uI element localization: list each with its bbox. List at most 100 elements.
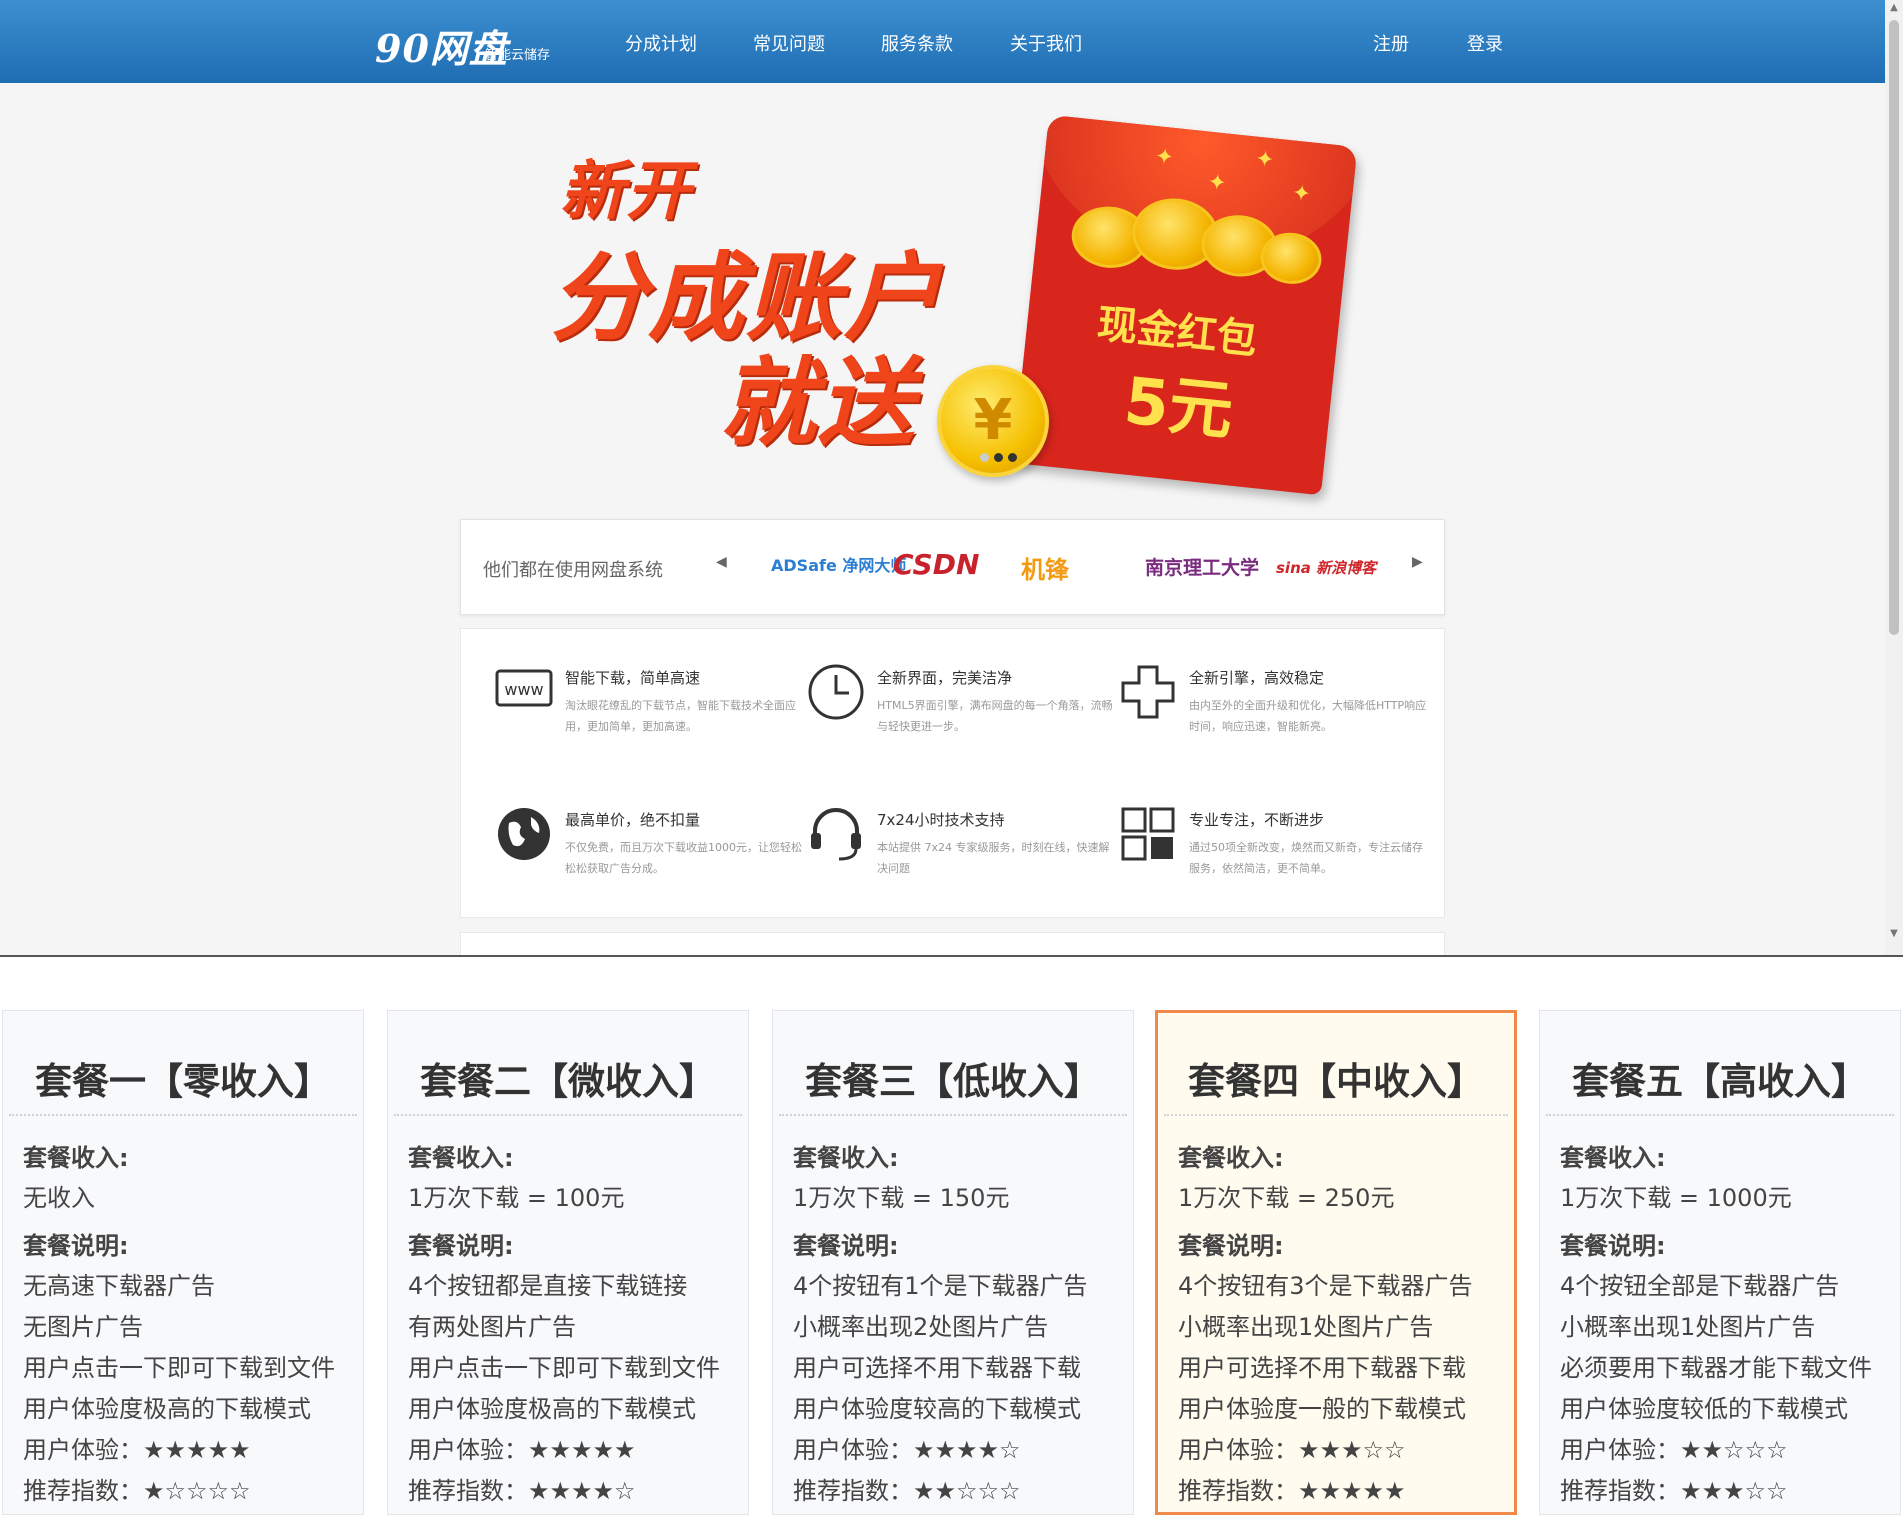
plan-income-label: 套餐收入: <box>23 1144 129 1172</box>
plan-experience-rating: 用户体验：★★★★★ <box>23 1436 251 1464</box>
nav-link-faq[interactable]: 常见问题 <box>753 30 825 56</box>
plan-income-label: 套餐收入: <box>408 1144 514 1172</box>
globe-icon <box>498 808 550 860</box>
partners-prev-arrow-icon[interactable]: ◀ <box>716 554 727 570</box>
promo-banner[interactable]: 新开 分成账户 就送 ✦ ✦ ✦ ✦ 现金红包 5元 ¥ <box>520 110 1380 496</box>
puzzle-icon <box>1121 665 1175 719</box>
plan-desc-label: 套餐说明: <box>23 1232 129 1260</box>
login-link[interactable]: 登录 <box>1467 30 1503 56</box>
plan-title: 套餐一【零收入】 <box>35 1060 331 1103</box>
plan-desc-item: 用户可选择不用下载器下载 <box>1178 1354 1466 1382</box>
plan-desc-item: 用户体验度极高的下载模式 <box>23 1395 311 1423</box>
plan-divider <box>394 1114 742 1116</box>
star-icon: ✦ <box>1254 146 1276 174</box>
red-envelope: ✦ ✦ ✦ ✦ 现金红包 5元 <box>1012 114 1358 496</box>
partners-title: 他们都在使用网盘系统 <box>483 560 663 581</box>
plan-recommend-rating: 推荐指数：★★★★☆ <box>408 1477 636 1505</box>
envelope-amount: 5元 <box>1120 364 1237 450</box>
plan-income: 无收入 <box>23 1184 95 1212</box>
plan-desc-item: 用户点击一下即可下载到文件 <box>408 1354 720 1382</box>
register-link[interactable]: 注册 <box>1373 30 1409 56</box>
plan-divider <box>779 1114 1127 1116</box>
plan-title: 套餐四【中收入】 <box>1188 1060 1484 1103</box>
carousel-dot[interactable] <box>1008 453 1017 462</box>
plan-card-3[interactable]: 套餐三【低收入】 套餐收入: 1万次下载 = 150元 套餐说明: 4个按钮有1… <box>772 1010 1134 1515</box>
feature-desc: HTML5界面引擎，满布网盘的每一个角落，流畅与轻快更进一步。 <box>877 699 1113 733</box>
carousel-dot[interactable] <box>980 453 989 462</box>
plan-card-2[interactable]: 套餐二【微收入】 套餐收入: 1万次下载 = 100元 套餐说明: 4个按钮都是… <box>387 1010 749 1515</box>
feature-desc: 本站提供 7x24 专家级服务，时刻在线，快速解决问题 <box>877 841 1110 875</box>
plan-desc-item: 用户体验度一般的下载模式 <box>1178 1395 1466 1423</box>
partners-strip: 他们都在使用网盘系统 ◀ ADSafe 净网大师 CSDN 机锋 南京理工大学 … <box>460 519 1445 615</box>
plan-desc-item: 用户点击一下即可下载到文件 <box>23 1354 335 1382</box>
nav-link-revenue-plan[interactable]: 分成计划 <box>625 30 697 56</box>
carousel-dot[interactable] <box>994 453 1003 462</box>
feature-title: 智能下载，简单高速 <box>565 669 701 687</box>
feature-desc: 不仅免费，而且万次下载收益1000元，让您轻松松松获取广告分成。 <box>565 841 802 875</box>
plan-recommend-rating: 推荐指数：★☆☆☆☆ <box>23 1477 251 1505</box>
feature-smart-download: www 智能下载，简单高速 淘汰眼花缭乱的下载节点，智能下载技术全面应用，更加简… <box>495 663 805 773</box>
feature-title: 专业专注，不断进步 <box>1189 811 1325 829</box>
partner-logo-njust[interactable]: 南京理工大学 <box>1145 553 1259 580</box>
plan-desc-item: 无高速下载器广告 <box>23 1272 215 1300</box>
plan-desc-item: 小概率出现2处图片广告 <box>793 1313 1049 1341</box>
next-section-card <box>460 932 1445 955</box>
plan-desc-item: 必须要用下载器才能下载文件 <box>1560 1354 1872 1382</box>
svg-text:www: www <box>504 680 543 699</box>
plan-experience-rating: 用户体验：★★★☆☆ <box>1178 1436 1406 1464</box>
plan-income-label: 套餐收入: <box>793 1144 899 1172</box>
plan-desc-item: 4个按钮有1个是下载器广告 <box>793 1272 1088 1300</box>
top-navbar: 90网盘 智能云储存 分成计划 常见问题 服务条款 关于我们 注册 登录 <box>0 0 1885 83</box>
plan-desc-item: 小概率出现1处图片广告 <box>1178 1313 1434 1341</box>
plan-income-label: 套餐收入: <box>1560 1144 1666 1172</box>
feature-title: 全新界面，完美洁净 <box>877 669 1013 687</box>
plan-desc-item: 有两处图片广告 <box>408 1313 576 1341</box>
plan-divider <box>1164 1114 1508 1116</box>
plan-card-1[interactable]: 套餐一【零收入】 套餐收入: 无收入 套餐说明: 无高速下载器广告 无图片广告 … <box>2 1010 364 1515</box>
plan-desc-item: 4个按钮都是直接下载链接 <box>408 1272 688 1300</box>
plan-desc-item: 用户体验度较低的下载模式 <box>1560 1395 1848 1423</box>
vertical-scrollbar[interactable]: ▲ ▼ <box>1885 0 1903 955</box>
plan-experience-rating: 用户体验：★★☆☆☆ <box>1560 1436 1788 1464</box>
feature-support: 7x24小时技术支持 本站提供 7x24 专家级服务，时刻在线，快速解决问题 <box>807 805 1117 915</box>
plan-title: 套餐三【低收入】 <box>805 1060 1101 1103</box>
plan-desc-item: 小概率出现1处图片广告 <box>1560 1313 1816 1341</box>
plan-recommend-rating: 推荐指数：★★★☆☆ <box>1560 1477 1788 1505</box>
browser-viewport: 90网盘 智能云储存 分成计划 常见问题 服务条款 关于我们 注册 登录 ▲ ▼… <box>0 0 1903 955</box>
scroll-down-arrow-icon[interactable]: ▼ <box>1888 928 1900 939</box>
scroll-up-arrow-icon[interactable]: ▲ <box>1888 2 1900 13</box>
plan-experience-rating: 用户体验：★★★★★ <box>408 1436 636 1464</box>
nav-link-terms[interactable]: 服务条款 <box>881 30 953 56</box>
partner-logo-gfan[interactable]: 机锋 <box>1021 550 1069 585</box>
plan-card-4-featured[interactable]: 套餐四【中收入】 套餐收入: 1万次下载 = 250元 套餐说明: 4个按钮有3… <box>1155 1010 1517 1515</box>
plan-recommend-rating: 推荐指数：★★★★★ <box>1178 1477 1406 1505</box>
plan-income-label: 套餐收入: <box>1178 1144 1284 1172</box>
logo-subtitle: 智能云储存 <box>485 48 551 63</box>
scroll-thumb[interactable] <box>1889 20 1899 635</box>
feature-desc: 由内至外的全面升级和优化，大幅降低HTTP响应时间，响应迅速，智能新亮。 <box>1189 699 1427 733</box>
plan-desc-item: 用户可选择不用下载器下载 <box>793 1354 1081 1382</box>
plan-title: 套餐五【高收入】 <box>1572 1060 1868 1103</box>
partner-logo-adsafe[interactable]: ADSafe 净网大师 <box>771 552 906 576</box>
feature-title: 全新引擎，高效稳定 <box>1189 669 1325 687</box>
plan-desc-label: 套餐说明: <box>793 1232 899 1260</box>
plan-card-5[interactable]: 套餐五【高收入】 套餐收入: 1万次下载 = 1000元 套餐说明: 4个按钮全… <box>1539 1010 1901 1515</box>
partner-logo-csdn[interactable]: CSDN <box>893 548 979 581</box>
partner-logo-sina[interactable]: sina 新浪博客 <box>1276 557 1376 578</box>
plan-recommend-rating: 推荐指数：★★☆☆☆ <box>793 1477 1021 1505</box>
partners-next-arrow-icon[interactable]: ▶ <box>1412 554 1423 570</box>
grid-icon <box>1121 807 1175 861</box>
plan-income: 1万次下载 = 100元 <box>408 1184 625 1212</box>
plan-desc-label: 套餐说明: <box>408 1232 514 1260</box>
www-icon: www <box>495 669 553 707</box>
feature-new-engine: 全新引擎，高效稳定 由内至外的全面升级和优化，大幅降低HTTP响应时间，响应迅速… <box>1119 663 1429 773</box>
yuan-coin-icon: ¥ <box>937 365 1049 477</box>
feature-top-price: 最高单价，绝不扣量 不仅免费，而且万次下载收益1000元，让您轻松松松获取广告分… <box>495 805 805 915</box>
headset-icon <box>811 808 861 861</box>
feature-desc: 淘汰眼花缭乱的下载节点，智能下载技术全面应用，更加简单，更加高速。 <box>565 699 796 733</box>
plan-desc-item: 4个按钮全部是下载器广告 <box>1560 1272 1840 1300</box>
plan-experience-rating: 用户体验：★★★★☆ <box>793 1436 1021 1464</box>
plan-divider <box>9 1114 357 1116</box>
promo-line-new: 新开 <box>560 155 692 229</box>
nav-link-about[interactable]: 关于我们 <box>1010 30 1082 56</box>
